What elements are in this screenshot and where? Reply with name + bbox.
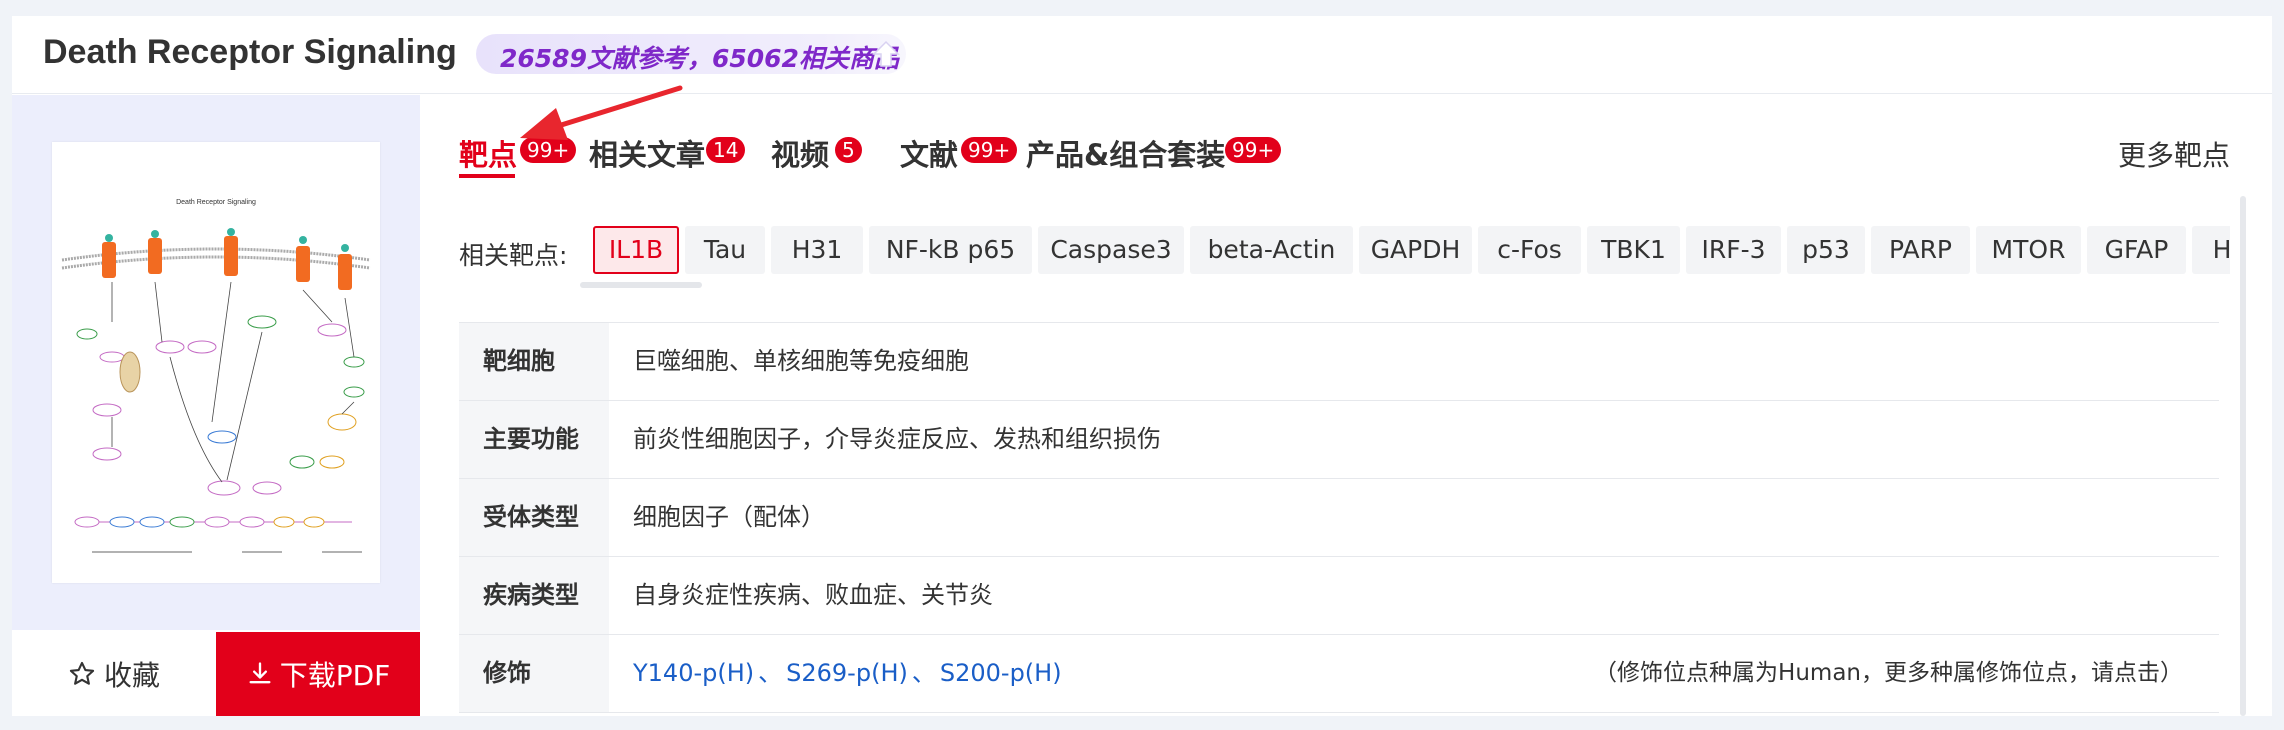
link-separator: 、	[911, 659, 936, 687]
target-chip[interactable]: IL1B	[593, 226, 679, 274]
row-value: 巨噬细胞、单核细胞等免疫细胞	[633, 347, 969, 375]
target-chip[interactable]: IRF-3	[1686, 226, 1781, 274]
target-chip[interactable]: NF-kB p65	[869, 226, 1032, 274]
target-chip[interactable]: GFAP	[2087, 226, 2186, 274]
target-chip[interactable]: H	[2192, 226, 2230, 274]
table-row-modification: 修饰 Y140-p(H)、 S269-p(H)、 S200-p(H) （修饰位点种属…	[459, 635, 2219, 713]
target-chip-strip: IL1B Tau H31 NF-kB p65 Caspase3 beta-Act…	[581, 226, 2230, 276]
row-value: 自身炎症性疾病、败血症、关节炎	[633, 581, 993, 609]
download-pdf-button[interactable]: 下载PDF	[216, 632, 420, 716]
row-value: 细胞因子（配体）	[633, 503, 825, 531]
modification-note[interactable]: （修饰位点种属为Human，更多种属修饰位点，请点击）	[1594, 635, 2183, 712]
target-chip[interactable]: p53	[1787, 226, 1865, 274]
pathway-thumbnail[interactable]: Death Receptor Signaling	[52, 142, 380, 583]
row-label: 疾病类型	[459, 557, 609, 634]
more-targets-link[interactable]: 更多靶点	[2118, 134, 2230, 174]
tab-videos-badge: 5	[835, 137, 862, 163]
active-tab-indicator	[459, 174, 515, 178]
row-label: 受体类型	[459, 479, 609, 556]
target-chip[interactable]: Caspase3	[1038, 226, 1184, 274]
table-row: 主要功能 前炎性细胞因子，介导炎症反应、发热和组织损伤	[459, 401, 2219, 479]
favorite-label: 收藏	[103, 659, 160, 692]
target-chip[interactable]: H31	[771, 226, 863, 274]
pathway-card: Death Receptor Signaling 26589文献参考，65062…	[12, 16, 2272, 716]
modification-links: Y140-p(H)、 S269-p(H)、 S200-p(H)	[633, 635, 1062, 712]
target-chip[interactable]: PARP	[1871, 226, 1970, 274]
table-row: 靶细胞 巨噬细胞、单核细胞等免疫细胞	[459, 323, 2219, 401]
thumbnail-title: Death Receptor Signaling	[176, 199, 256, 206]
related-targets-label: 相关靶点:	[459, 241, 568, 270]
download-label: 下载PDF	[279, 659, 391, 692]
star-icon	[69, 661, 95, 685]
favorite-button[interactable]: 收藏	[12, 632, 216, 716]
modification-site-link[interactable]: Y140-p(H)	[633, 659, 754, 687]
download-icon	[249, 662, 271, 684]
tab-targets[interactable]: 靶点	[459, 132, 517, 174]
page-header: Death Receptor Signaling 26589文献参考，65062…	[12, 16, 2272, 94]
modification-site-link[interactable]: S200-p(H)	[940, 659, 1062, 687]
target-chip[interactable]: MTOR	[1976, 226, 2081, 274]
tab-products-kits-badge: 99+	[1225, 137, 1282, 163]
tab-literature[interactable]: 文献	[900, 132, 958, 174]
page-title: Death Receptor Signaling	[43, 33, 457, 71]
row-label: 主要功能	[459, 401, 609, 478]
row-label: 靶细胞	[459, 323, 609, 400]
pointer-arrow-annotation	[520, 85, 683, 140]
pathway-diagram-image: Death Receptor Signaling	[61, 199, 371, 553]
row-value: 前炎性细胞因子，介导炎症反应、发热和组织损伤	[633, 425, 1161, 453]
target-chip[interactable]: TBK1	[1587, 226, 1680, 274]
stats-text: 26589文献参考，65062相关商品	[500, 44, 899, 73]
modification-site-link[interactable]: S269-p(H)	[786, 659, 908, 687]
row-label: 修饰	[459, 635, 609, 712]
target-details-table: 靶细胞 巨噬细胞、单核细胞等免疫细胞 主要功能 前炎性细胞因子，介导炎症反应、发…	[459, 322, 2219, 713]
target-chip[interactable]: GAPDH	[1359, 226, 1472, 274]
link-separator: 、	[758, 659, 783, 687]
tab-products-kits[interactable]: 产品&组合套装	[1026, 132, 1225, 174]
table-row: 受体类型 细胞因子（配体）	[459, 479, 2219, 557]
target-chip[interactable]: beta-Actin	[1190, 226, 1353, 274]
content-scrollbar[interactable]	[2240, 196, 2246, 716]
target-chip[interactable]: c-Fos	[1478, 226, 1581, 274]
target-chip[interactable]: Tau	[685, 226, 765, 274]
arrow-up-icon	[872, 40, 900, 67]
stats-pill[interactable]: 26589文献参考，65062相关商品	[476, 34, 906, 74]
tab-literature-badge: 99+	[961, 137, 1018, 163]
table-row: 疾病类型 自身炎症性疾病、败血症、关节炎	[459, 557, 2219, 635]
pathway-preview-panel: Death Receptor Signaling	[12, 95, 420, 630]
chip-strip-scrollbar[interactable]	[580, 282, 702, 288]
tab-videos[interactable]: 视频	[771, 132, 829, 174]
